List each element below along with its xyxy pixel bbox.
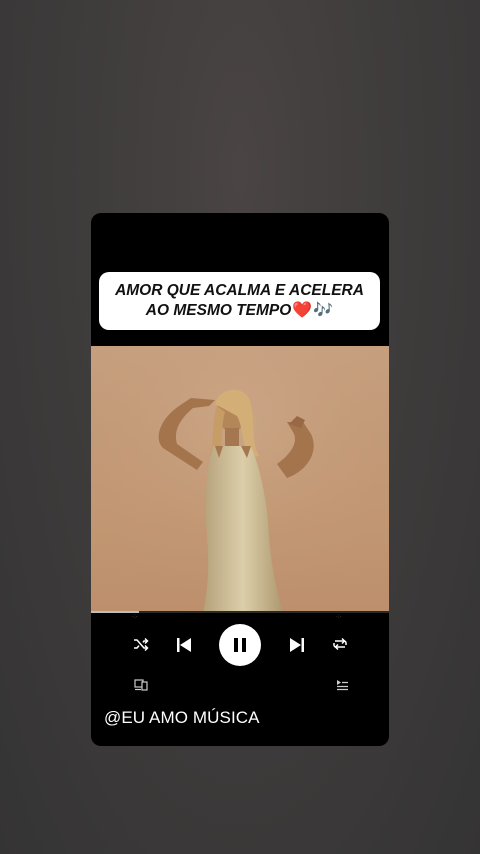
progress-fill: [91, 611, 139, 613]
playback-controls: [91, 623, 389, 668]
shuffle-icon[interactable]: [132, 635, 150, 653]
heart-emoji-icon: ❤️: [292, 302, 313, 319]
music-notes-emoji-icon: 🎶: [313, 302, 334, 319]
caption-banner: AMOR QUE ACALMA E ACELERA AO MESMO TEMPO…: [99, 272, 380, 330]
pause-button[interactable]: [219, 624, 261, 666]
video-scene-image: [91, 346, 389, 612]
skip-previous-icon[interactable]: [174, 635, 194, 655]
pause-icon: [234, 638, 246, 652]
elapsed-time-mark: ·:·: [132, 614, 138, 620]
caption-line-1: AMOR QUE ACALMA E ACELERA: [115, 282, 364, 299]
queue-icon[interactable]: [334, 678, 350, 692]
skip-next-icon[interactable]: [287, 635, 307, 655]
account-handle: @EU AMO MÚSICA: [104, 708, 260, 727]
music-card: AMOR QUE ACALMA E ACELERA AO MESMO TEMPO…: [91, 213, 389, 746]
progress-bar[interactable]: [91, 611, 389, 613]
caption-line-2-row: AO MESMO TEMPO ❤️ 🎶: [146, 301, 333, 321]
video-frame[interactable]: [91, 346, 389, 612]
connect-device-icon[interactable]: [133, 678, 149, 692]
secondary-controls: [91, 675, 389, 697]
repeat-icon[interactable]: [331, 635, 349, 653]
remaining-time-mark: ·:·: [336, 614, 342, 620]
caption-line-2: AO MESMO TEMPO: [145, 302, 292, 319]
